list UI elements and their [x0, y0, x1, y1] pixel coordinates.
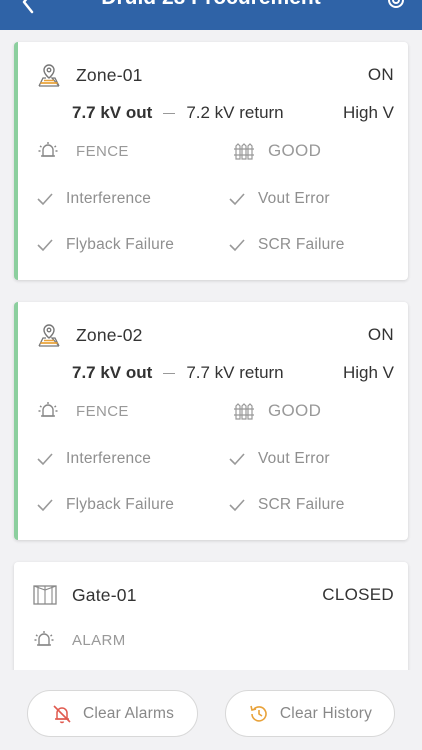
checkmark-icon	[37, 499, 53, 512]
voltage-separator	[163, 372, 176, 374]
checkmark-icon	[37, 453, 53, 466]
zone-status: GOOD	[268, 401, 322, 420]
voltage-separator	[163, 112, 176, 114]
status-indicator: GOOD	[232, 399, 321, 423]
voltage-return: 7.7 kV return	[186, 363, 284, 382]
check-label: Vout Error	[258, 190, 330, 207]
check-item: Interference	[36, 448, 151, 470]
check-label: Flyback Failure	[66, 236, 175, 253]
zone-status: GOOD	[268, 141, 322, 160]
clear-alarms-label: Clear Alarms	[82, 704, 175, 722]
type-row: ALARM	[32, 628, 394, 652]
check-label: Interference	[66, 190, 152, 207]
voltage-return: 7.2 kV return	[186, 103, 284, 122]
check-item: SCR Failure	[228, 494, 345, 516]
zone-card[interactable]: Zone-02 ON 7.7 kV out 7.7 kV return High…	[14, 302, 408, 540]
zone-type: FENCE	[76, 142, 129, 160]
zone-state: ON	[367, 325, 394, 344]
zone-state: ON	[367, 65, 394, 84]
voltage-out: 7.7 kV out	[72, 363, 153, 382]
fence-icon	[234, 403, 254, 420]
zone-type: FENCE	[76, 402, 129, 420]
check-item: Vout Error	[228, 448, 330, 470]
footer-actions: Clear Alarms Clear History	[0, 670, 422, 750]
check-item: Flyback Failure	[36, 234, 174, 256]
checkmark-icon	[229, 193, 245, 206]
status-indicator: GOOD	[232, 139, 321, 163]
gate-icon	[33, 585, 57, 605]
alarm-bell-icon	[34, 631, 54, 646]
fence-icon	[234, 143, 254, 160]
voltage-level: High V	[342, 103, 394, 122]
clear-history-button[interactable]: Clear History	[225, 690, 395, 737]
check-label: Vout Error	[258, 450, 330, 467]
page-title: Druid 28 Procurement	[0, 0, 422, 10]
gate-type: ALARM	[72, 631, 126, 649]
map-pin-icon	[38, 64, 60, 87]
voltage-out: 7.7 kV out	[72, 103, 153, 122]
checkmark-icon	[229, 239, 245, 252]
type-row: FENCE GOOD	[36, 139, 394, 163]
zone-name: Zone-02	[76, 324, 143, 345]
map-pin-icon	[38, 324, 60, 347]
check-label: SCR Failure	[258, 496, 345, 513]
alarm-bell-icon	[38, 142, 58, 157]
voltage-row: 7.7 kV out 7.2 kV return High V	[72, 101, 394, 125]
check-label: Flyback Failure	[66, 496, 175, 513]
checkmark-icon	[229, 453, 245, 466]
check-item: Interference	[36, 188, 151, 210]
clear-alarms-button[interactable]: Clear Alarms	[27, 690, 198, 737]
check-label: Interference	[66, 450, 152, 467]
gear-icon[interactable]	[384, 0, 408, 12]
voltage-row: 7.7 kV out 7.7 kV return High V	[72, 361, 394, 385]
checkmark-icon	[229, 499, 245, 512]
alarm-bell-icon	[38, 402, 58, 417]
gate-title-row: Gate-01 CLOSED	[32, 581, 394, 609]
gate-name: Gate-01	[72, 584, 137, 605]
check-item: SCR Failure	[228, 234, 345, 256]
zone-card[interactable]: Zone-01 ON 7.7 kV out 7.2 kV return High…	[14, 42, 408, 280]
zone-name: Zone-01	[76, 64, 143, 85]
clear-history-label: Clear History	[279, 704, 373, 722]
voltage-level: High V	[342, 363, 394, 382]
check-item: Flyback Failure	[36, 494, 174, 516]
check-label: SCR Failure	[258, 236, 345, 253]
checkmark-icon	[37, 193, 53, 206]
gate-state: CLOSED	[322, 585, 394, 604]
type-row: FENCE GOOD	[36, 399, 394, 423]
checkmark-icon	[37, 239, 53, 252]
zone-title-row: Zone-01 ON	[36, 61, 394, 89]
check-item: Vout Error	[228, 188, 330, 210]
bell-off-icon	[53, 704, 71, 723]
app-header: Druid 28 Procurement	[0, 0, 422, 30]
history-icon	[250, 705, 267, 722]
zone-title-row: Zone-02 ON	[36, 321, 394, 349]
